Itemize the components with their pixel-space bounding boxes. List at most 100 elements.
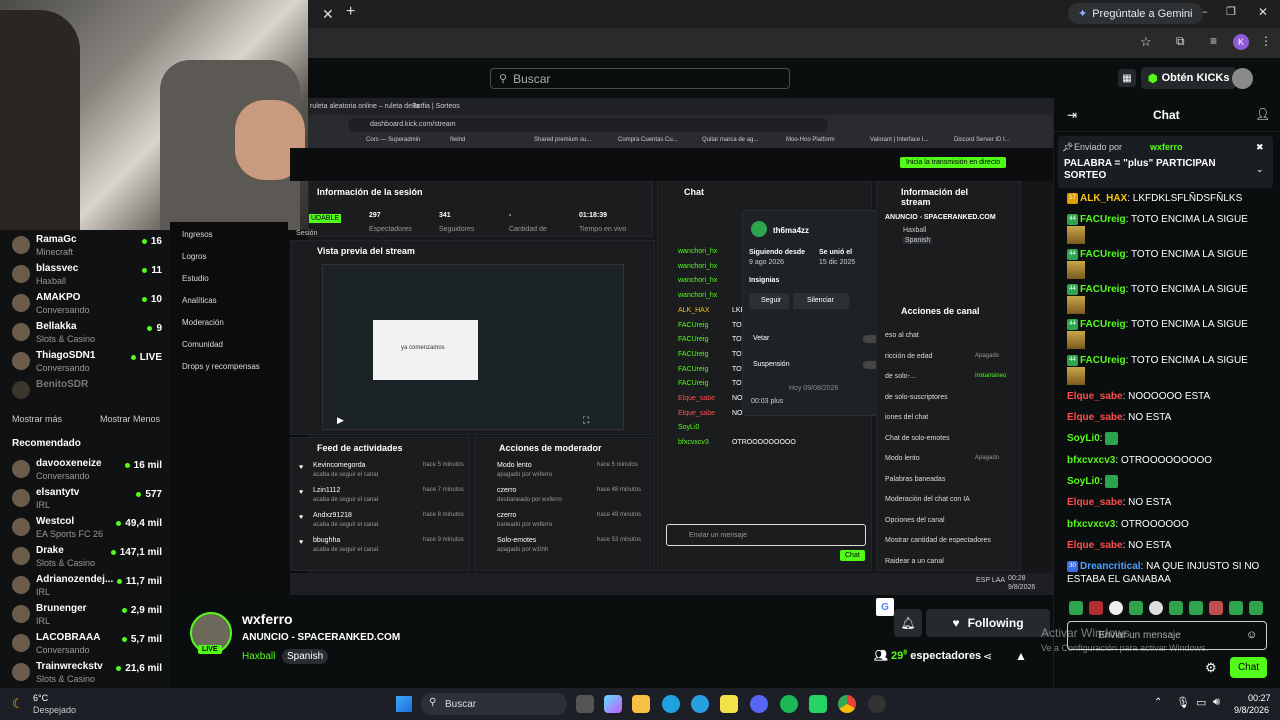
channel-action-label[interactable]: de solo-...: [885, 373, 916, 380]
chat-username[interactable]: Elque_sabe: [1067, 540, 1123, 551]
channel-action-label[interactable]: Moderación del chat con IA: [885, 496, 970, 503]
recommended-channel[interactable]: Drake Slots & Casino 147,1 mil: [12, 543, 162, 571]
chat-username[interactable]: FACUreig: [1080, 284, 1126, 295]
channel-action-label[interactable]: de solo-suscriptores: [885, 394, 948, 401]
stream-preview-video[interactable]: ya comenzamos ▶ ⛶: [322, 264, 624, 430]
embedded-bookmark[interactable]: Cors — Superadmin: [366, 137, 420, 143]
notifications-bell-button[interactable]: 🔔︎: [894, 609, 922, 637]
chat-username[interactable]: SoyLi0: [1067, 476, 1100, 487]
emote-3[interactable]: [1109, 601, 1123, 615]
channel-action-label[interactable]: ricción de edad: [885, 353, 932, 360]
reading-list-icon[interactable]: ≡: [1210, 34, 1217, 48]
chat-username[interactable]: bfxcvxcv3: [1067, 519, 1115, 530]
copilot-icon[interactable]: [604, 695, 622, 713]
obs-icon[interactable]: [868, 695, 886, 713]
get-kicks-button[interactable]: ⬢ Obtén KICKs: [1141, 67, 1237, 89]
user-avatar[interactable]: [1232, 68, 1253, 89]
channel-action-label[interactable]: Palabras baneadas: [885, 476, 945, 483]
edge-browser-icon[interactable]: [691, 695, 709, 713]
dashboard-menu-item[interactable]: Estudio: [182, 274, 209, 283]
emoji-picker-icon[interactable]: ☺: [1246, 629, 1257, 641]
stream-category-link[interactable]: Haxball: [242, 651, 275, 662]
embedded-chat-send[interactable]: Chat: [840, 550, 865, 561]
dashboard-menu-item[interactable]: Moderación: [182, 318, 224, 327]
volume-icon[interactable]: 🔊︎: [1213, 696, 1220, 709]
search-input[interactable]: ⚲ Buscar: [490, 68, 790, 89]
embedded-bookmark[interactable]: Compra Cuentas Cu...: [618, 137, 678, 143]
embedded-chat-user[interactable]: SoyLi0: [678, 424, 699, 431]
sidebar-channel[interactable]: ThiagoSDN1 Conversando LIVE: [12, 348, 162, 376]
dashboard-menu-item[interactable]: Logros: [182, 252, 206, 261]
emote-10[interactable]: [1249, 601, 1263, 615]
embedded-chat-user[interactable]: ALK_HAX: [678, 307, 710, 314]
embedded-bookmark[interactable]: Moo-Hoo Platform: [786, 137, 835, 143]
chat-username[interactable]: Elque_sabe: [1067, 412, 1123, 423]
play-icon[interactable]: ▶: [337, 415, 344, 426]
embedded-bookmark[interactable]: Discord Server ID I...: [954, 137, 1010, 143]
stream-language-tag[interactable]: Spanish: [282, 649, 329, 664]
embedded-chat-user[interactable]: wanchori_hx: [678, 248, 717, 255]
sidebar-channel[interactable]: RamaGc Minecraft 16: [12, 232, 162, 260]
recommended-channel[interactable]: Westcol EA Sports FC 26 49,4 mil: [12, 514, 162, 542]
taskbar-date[interactable]: 9/8/2026: [1234, 705, 1269, 715]
start-stream-button[interactable]: Inicia la transmisión en directo: [900, 157, 1007, 168]
recommended-channel[interactable]: LACOBRAAA Conversando 5,7 mil: [12, 630, 162, 658]
translate-icon[interactable]: G: [876, 598, 894, 616]
new-tab-icon[interactable]: +: [346, 3, 355, 21]
edge-icon[interactable]: [662, 695, 680, 713]
embedded-tab-1[interactable]: ruleta aleatoria online – ruleta de la: [310, 103, 419, 110]
chat-username[interactable]: Elque_sabe: [1067, 391, 1123, 402]
follow-user-button[interactable]: Seguir: [749, 293, 789, 309]
dashboard-menu-item[interactable]: Comunidad: [182, 340, 223, 349]
channel-action-label[interactable]: Chat de solo-emotes: [885, 435, 950, 442]
collapse-chat-icon[interactable]: ⇥: [1067, 108, 1077, 122]
channel-action-label[interactable]: Mostrar cantidad de espectadores: [885, 537, 991, 544]
embedded-chat-user[interactable]: wanchori_hx: [678, 277, 717, 284]
close-tab-icon[interactable]: ✕: [322, 6, 334, 23]
weather-icon[interactable]: ☾: [12, 696, 24, 712]
embedded-url[interactable]: dashboard.kick.com/stream: [370, 121, 456, 128]
emote-4[interactable]: [1129, 601, 1143, 615]
gemini-button[interactable]: ✦ Pregúntale a Gemini: [1068, 3, 1203, 24]
embedded-chat-user[interactable]: wanchori_hx: [678, 292, 717, 299]
feed-user[interactable]: Andxz91218: [313, 512, 352, 519]
streamer-name[interactable]: wxferro: [242, 611, 293, 627]
chat-username[interactable]: FACUreig: [1080, 319, 1126, 330]
feed-user[interactable]: Kevincomegorda: [313, 462, 366, 469]
feed-user[interactable]: Lzin1112: [313, 487, 340, 494]
file-explorer-icon[interactable]: [632, 695, 650, 713]
emote-2[interactable]: [1089, 601, 1103, 615]
chat-username[interactable]: bfxcvxcv3: [1067, 455, 1115, 466]
recommended-channel[interactable]: Adrianozendej... IRL 11,7 mil: [12, 572, 162, 600]
embedded-chat-user[interactable]: FACUreig: [678, 380, 708, 387]
emote-6[interactable]: [1169, 601, 1183, 615]
network-icon[interactable]: ▭: [1196, 696, 1206, 709]
show-more-link[interactable]: Mostrar más: [12, 414, 62, 424]
weather-temp[interactable]: 6°C: [33, 693, 48, 703]
embedded-bookmark[interactable]: Valorant | Interface I...: [870, 137, 928, 143]
report-icon[interactable]: ▲: [1015, 649, 1027, 663]
chat-username[interactable]: FACUreig: [1080, 214, 1126, 225]
tray-chevron-icon[interactable]: ⌃: [1154, 697, 1162, 708]
restore-icon[interactable]: ❐: [1226, 5, 1236, 18]
close-window-icon[interactable]: ✕: [1258, 5, 1268, 19]
recommended-channel[interactable]: Brunenger IRL 2,9 mil: [12, 601, 162, 629]
embedded-chat-user[interactable]: Elque_sabe: [678, 395, 715, 402]
pinned-expand-icon[interactable]: ⌄: [1256, 164, 1264, 175]
sidebar-channel[interactable]: BenitoSDR: [12, 377, 162, 405]
dashboard-icon[interactable]: ▦: [1118, 69, 1136, 87]
share-icon[interactable]: ⋖: [983, 650, 992, 663]
emote-5[interactable]: [1149, 601, 1163, 615]
emote-9[interactable]: [1229, 601, 1243, 615]
taskview-icon[interactable]: [576, 695, 594, 713]
chat-settings-icon[interactable]: ⚙: [1205, 660, 1217, 676]
embedded-chat-user[interactable]: FACUreig: [678, 322, 708, 329]
channel-action-label[interactable]: eso al chat: [885, 332, 919, 339]
channel-action-label[interactable]: Modo lento: [885, 455, 920, 462]
embedded-chat-user[interactable]: wanchori_hx: [678, 263, 717, 270]
browser-menu-icon[interactable]: ⋮: [1260, 34, 1272, 48]
chat-users-icon[interactable]: 👤︎: [1255, 107, 1270, 121]
fullscreen-icon[interactable]: ⛶: [583, 415, 589, 426]
embedded-chat-input[interactable]: Enviar un mensaje: [666, 524, 866, 546]
chat-username[interactable]: FACUreig: [1080, 355, 1126, 366]
